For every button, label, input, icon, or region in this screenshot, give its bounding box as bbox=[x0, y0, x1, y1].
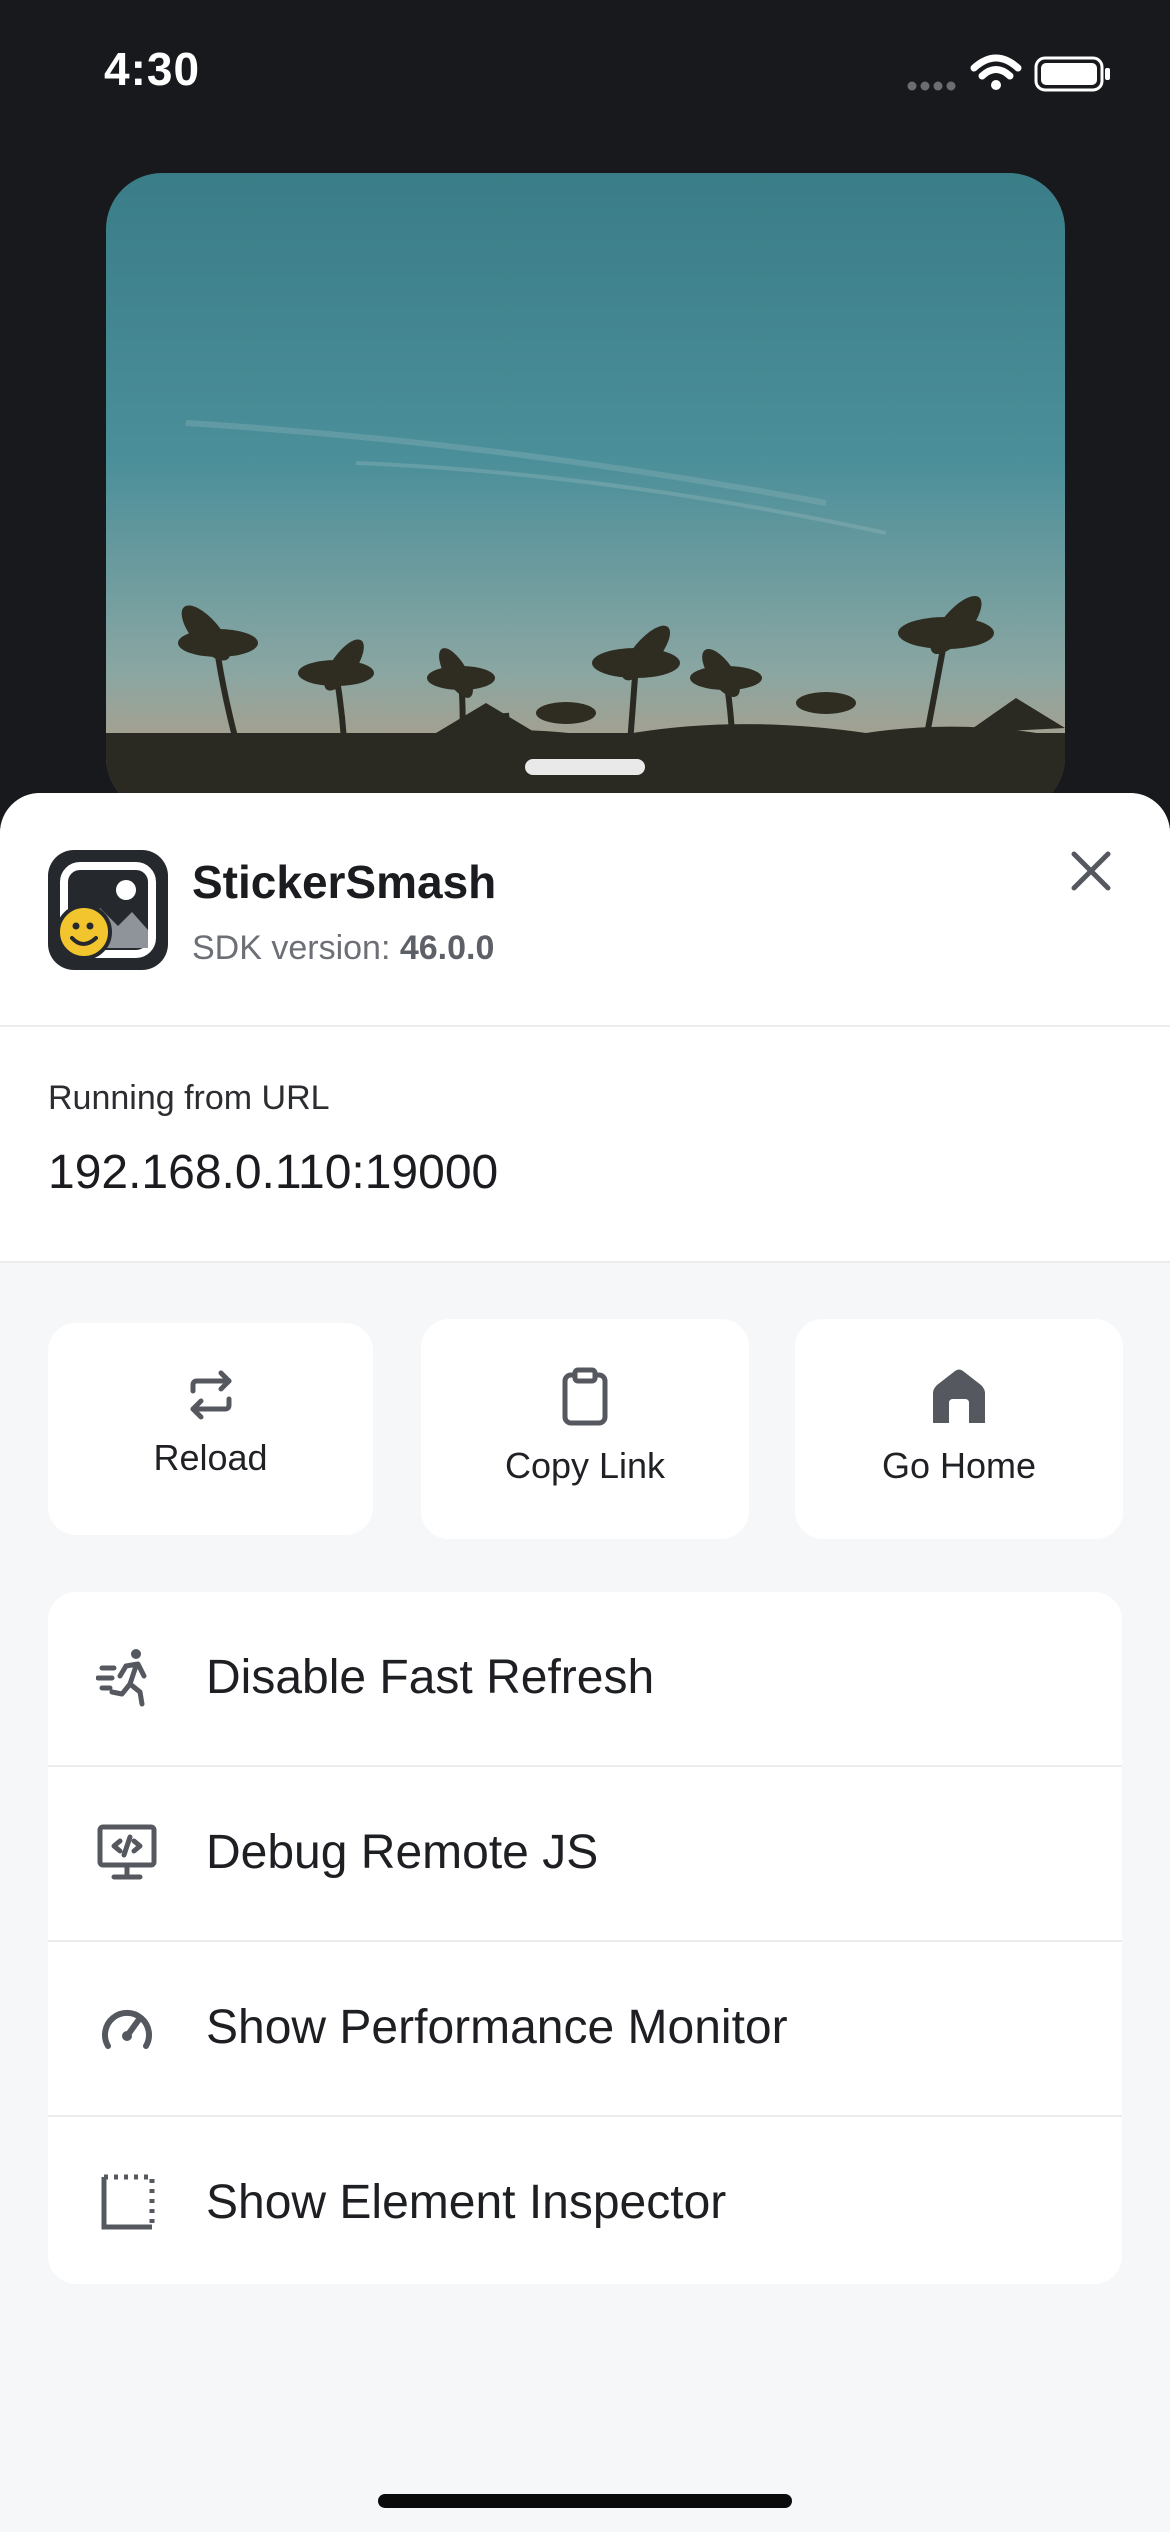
url-value: 192.168.0.110:19000 bbox=[48, 1146, 499, 1199]
app-header: StickerSmash SDK version: 46.0.0 bbox=[0, 793, 1170, 1027]
menu-label-show-performance-monitor: Show Performance Monitor bbox=[206, 2001, 788, 2054]
signal-dots-icon bbox=[907, 81, 956, 91]
home-icon bbox=[933, 1369, 985, 1423]
dev-menu-sheet: StickerSmash SDK version: 46.0.0 Running… bbox=[0, 793, 1170, 2532]
clipboard-icon bbox=[562, 1367, 608, 1426]
status-bar: 4:30 bbox=[0, 0, 1170, 150]
menu-item-disable-fast-refresh[interactable]: Disable Fast Refresh bbox=[48, 1592, 1122, 1767]
copy-link-label: Copy Link bbox=[504, 1445, 666, 1486]
wifi-icon bbox=[970, 54, 1022, 90]
url-label: Running from URL bbox=[48, 1079, 330, 1117]
sdk-version: 46.0.0 bbox=[399, 929, 495, 967]
speedometer-icon bbox=[102, 2009, 152, 2049]
menu-item-debug-remote-js[interactable]: Debug Remote JS bbox=[48, 1767, 1122, 1942]
menu-label-disable-fast-refresh: Disable Fast Refresh bbox=[206, 1651, 655, 1704]
close-button[interactable] bbox=[1060, 840, 1122, 902]
running-person-icon bbox=[96, 1649, 147, 1707]
background-photo bbox=[106, 173, 1065, 813]
go-home-label: Go Home bbox=[881, 1445, 1037, 1486]
stickersmash-app-icon bbox=[48, 850, 168, 970]
close-icon bbox=[1071, 851, 1111, 891]
battery-icon bbox=[1034, 56, 1110, 92]
reload-label: Reload bbox=[153, 1437, 268, 1478]
monitor-debug-icon bbox=[97, 1824, 157, 1880]
menu-item-show-performance-monitor[interactable]: Show Performance Monitor bbox=[48, 1942, 1122, 2117]
sdk-label: SDK version: bbox=[192, 929, 400, 967]
reload-button[interactable]: Reload bbox=[48, 1323, 373, 1535]
inspector-frame-icon bbox=[101, 2174, 155, 2230]
go-home-button[interactable]: Go Home bbox=[795, 1319, 1123, 1539]
app-name: StickerSmash bbox=[192, 856, 497, 908]
dev-menu-list: Disable Fast Refresh Debug Remote JS Sho bbox=[48, 1592, 1122, 2284]
url-section: Running from URL 192.168.0.110:19000 bbox=[0, 1027, 1170, 1263]
sheet-grabber[interactable] bbox=[525, 759, 645, 775]
menu-label-show-element-inspector: Show Element Inspector bbox=[206, 2176, 727, 2229]
status-icons bbox=[904, 52, 1114, 96]
menu-label-debug-remote-js: Debug Remote JS bbox=[206, 1826, 599, 1879]
home-indicator[interactable] bbox=[378, 2494, 792, 2508]
copy-link-button[interactable]: Copy Link bbox=[421, 1319, 749, 1539]
menu-item-show-element-inspector[interactable]: Show Element Inspector bbox=[48, 2117, 1122, 2284]
sdk-version-line: SDK version: 46.0.0 bbox=[192, 929, 494, 968]
status-time: 4:30 bbox=[104, 43, 201, 95]
reload-icon bbox=[190, 1370, 231, 1420]
